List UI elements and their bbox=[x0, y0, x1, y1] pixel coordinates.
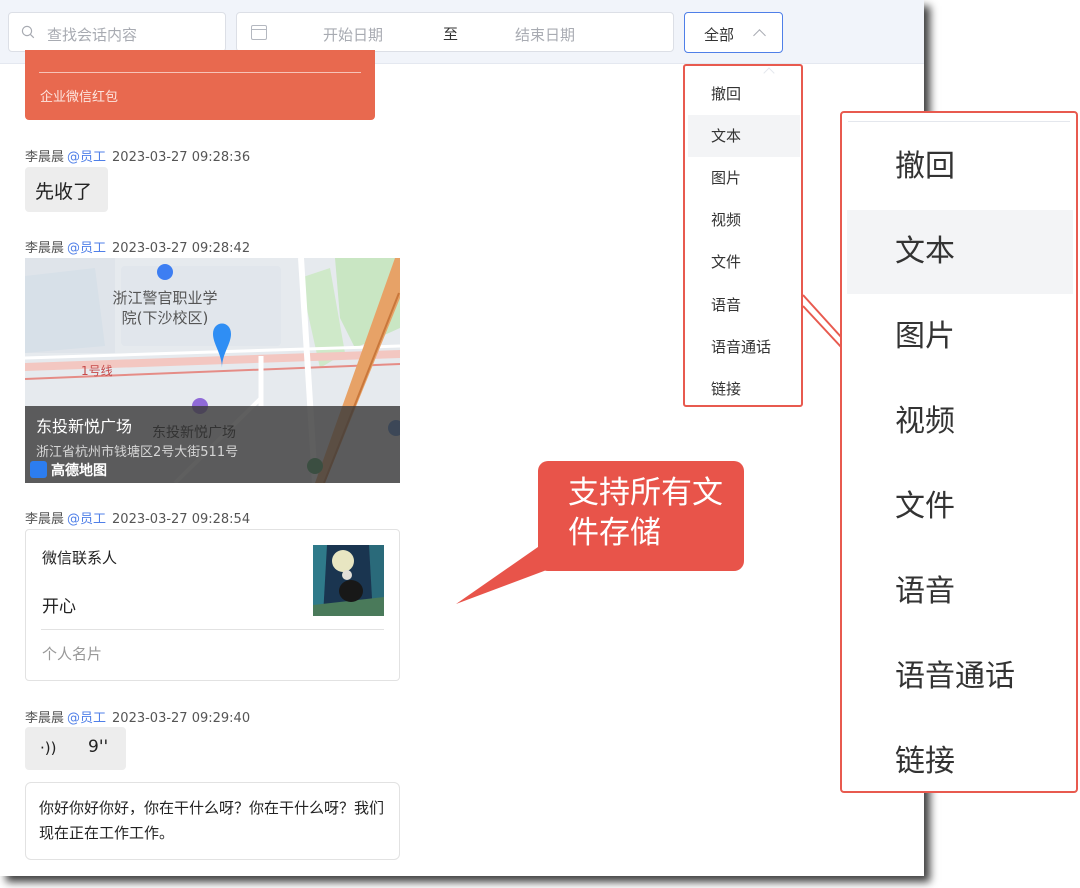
location-message[interactable]: 浙江警官职业学院(下沙校区) 1号线 东投新悦广场 浙江省杭州市钱塘区2号大街5… bbox=[25, 258, 400, 483]
message-meta: 李晨晨 @员工 2023-03-27 09:29:40 bbox=[25, 707, 250, 726]
card-footer: 个人名片 bbox=[42, 645, 103, 663]
avatar bbox=[313, 545, 384, 616]
map-line-label: 1号线 bbox=[81, 364, 113, 378]
start-date-input[interactable]: 开始日期 bbox=[323, 24, 383, 45]
dropdown-option-voice[interactable]: 语音 bbox=[688, 284, 800, 326]
dropdown-option-link[interactable]: 链接 bbox=[688, 368, 800, 410]
sender-role: @员工 bbox=[67, 150, 107, 165]
calendar-icon bbox=[251, 25, 267, 40]
map-mall-label: 东投新悦广场 bbox=[152, 425, 236, 441]
select-value: 全部 bbox=[704, 26, 735, 44]
location-title: 东投新悦广场 bbox=[36, 417, 133, 436]
map-provider-name: 高德地图 bbox=[51, 463, 107, 479]
message-text: 你好你好你好，你在干什么呀？你在干什么呀？我们现在正在工作工作。 bbox=[39, 799, 385, 842]
sender-name: 李晨晨 bbox=[25, 150, 65, 165]
map-campus-label: 浙江警官职业学院(下沙校区) bbox=[112, 289, 218, 327]
dropdown-option-video[interactable]: 视频 bbox=[688, 199, 800, 241]
zoomed-dropdown: 撤回 文本 图片 视频 文件 语音 语音通话 链接 bbox=[840, 111, 1078, 793]
sender-name: 李晨晨 bbox=[25, 512, 65, 527]
red-packet-divider bbox=[39, 72, 361, 73]
message-time: 2023-03-27 09:28:36 bbox=[112, 150, 251, 165]
voice-message[interactable]: ·)) 9'' bbox=[25, 727, 126, 770]
sender-role: @员工 bbox=[67, 711, 107, 726]
message-meta: 李晨晨 @员工 2023-03-27 09:28:36 bbox=[25, 146, 250, 165]
message-meta: 李晨晨 @员工 2023-03-27 09:28:54 bbox=[25, 508, 250, 527]
zoomed-dropdown-topline bbox=[848, 121, 1070, 122]
message-time: 2023-03-27 09:28:54 bbox=[112, 512, 251, 527]
callout-text: 支持所有文件存储 bbox=[568, 475, 723, 551]
end-date-input[interactable]: 结束日期 bbox=[515, 24, 575, 45]
zoomed-option-file[interactable]: 文件 bbox=[847, 465, 1073, 549]
chat-archive-window: 查找会话内容 开始日期 至 结束日期 全部 企业微信红包 李晨晨 @员工 2023-… bbox=[0, 0, 924, 876]
zoomed-option-video[interactable]: 视频 bbox=[847, 380, 1073, 464]
zoomed-option-recall[interactable]: 撤回 bbox=[847, 125, 1073, 209]
card-contact-name: 开心 bbox=[42, 597, 76, 617]
voice-duration: 9'' bbox=[88, 737, 109, 757]
sender-role: @员工 bbox=[67, 512, 107, 527]
zoomed-option-voice-call[interactable]: 语音通话 bbox=[847, 635, 1073, 719]
text-bubble[interactable]: 先收了 bbox=[25, 167, 108, 212]
navigation-arrow-icon bbox=[30, 461, 47, 478]
red-packet-label: 企业微信红包 bbox=[40, 90, 119, 105]
zoomed-option-image[interactable]: 图片 bbox=[847, 295, 1073, 379]
zoomed-option-link[interactable]: 链接 bbox=[847, 720, 1073, 804]
search-input[interactable]: 查找会话内容 bbox=[8, 12, 226, 52]
sender-name: 李晨晨 bbox=[25, 711, 65, 726]
dropdown-option-text[interactable]: 文本 bbox=[688, 115, 800, 157]
message-time: 2023-03-27 09:28:42 bbox=[112, 241, 251, 256]
dropdown-option-file[interactable]: 文件 bbox=[688, 241, 800, 283]
card-title: 微信联系人 bbox=[42, 549, 118, 567]
chevron-up-icon bbox=[753, 29, 766, 42]
location-caption: 东投新悦广场 浙江省杭州市钱塘区2号大街511号 高德地图 bbox=[25, 406, 400, 483]
dropdown-option-recall[interactable]: 撤回 bbox=[688, 73, 800, 115]
sender-name: 李晨晨 bbox=[25, 241, 65, 256]
message-meta: 李晨晨 @员工 2023-03-27 09:28:42 bbox=[25, 237, 250, 256]
zoomed-option-text[interactable]: 文本 bbox=[847, 210, 1073, 294]
dropdown-option-voice-call[interactable]: 语音通话 bbox=[688, 326, 800, 368]
sender-role: @员工 bbox=[67, 241, 107, 256]
red-packet-message[interactable]: 企业微信红包 bbox=[25, 50, 375, 120]
search-placeholder: 查找会话内容 bbox=[47, 26, 138, 44]
text-message[interactable]: 你好你好你好，你在干什么呀？你在干什么呀？我们现在正在工作工作。 bbox=[25, 782, 400, 860]
voice-wave-icon: ·)) bbox=[40, 739, 57, 757]
search-icon bbox=[21, 25, 35, 39]
message-type-select[interactable]: 全部 bbox=[684, 12, 783, 53]
feature-callout: 支持所有文件存储 bbox=[538, 461, 744, 571]
location-address: 浙江省杭州市钱塘区2号大街511号 bbox=[36, 445, 239, 460]
date-separator: 至 bbox=[443, 25, 459, 43]
contact-card-message[interactable]: 微信联系人 开心 个人名片 bbox=[25, 529, 400, 681]
message-type-dropdown: 撤回 文本 图片 视频 文件 语音 语音通话 链接 bbox=[683, 64, 803, 407]
dropdown-option-image[interactable]: 图片 bbox=[688, 157, 800, 199]
zoomed-option-voice[interactable]: 语音 bbox=[847, 550, 1073, 634]
message-time: 2023-03-27 09:29:40 bbox=[112, 711, 251, 726]
date-range-picker[interactable]: 开始日期 至 结束日期 bbox=[236, 12, 674, 52]
card-divider bbox=[41, 629, 384, 630]
